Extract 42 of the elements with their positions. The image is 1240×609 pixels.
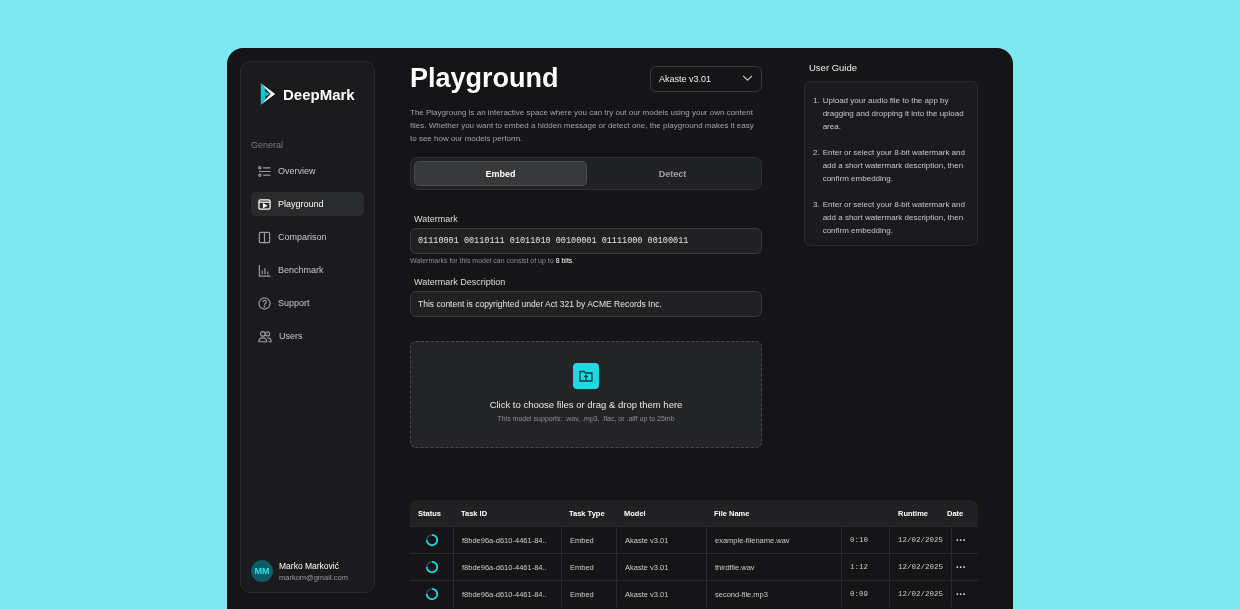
chevron-down-icon (742, 75, 753, 82)
logo-icon (259, 82, 277, 106)
more-button[interactable]: ··· (956, 561, 966, 573)
step-text: Enter or select your 8-bit watermark and add a short watermark description, then confirm embedding. (822, 147, 966, 185)
step-text: Upload your audio file to the app by dragging and dropping it into the upload area. (822, 95, 965, 133)
nav-item[interactable]: Support (251, 291, 364, 315)
guide-title: User Guide (809, 62, 859, 73)
step-number: 1. (813, 95, 820, 107)
nav-item[interactable]: Users (251, 324, 364, 348)
step-number: 3. (813, 199, 820, 211)
page-title: Playground (410, 63, 559, 94)
tab[interactable]: Embed (414, 161, 587, 186)
bar-chart-icon (258, 263, 271, 277)
tab[interactable]: Detect (587, 161, 758, 186)
video-window-icon (258, 197, 271, 211)
spinner-icon (424, 533, 439, 547)
field-label: Watermark Description (414, 277, 507, 287)
nav-item[interactable]: Benchmark (251, 258, 364, 282)
nav-item[interactable]: Overview (251, 159, 364, 183)
nav-item[interactable]: Comparison (251, 225, 364, 249)
step-text: Enter or select your 8-bit watermark and add a short watermark description, then confirm embedding. (822, 199, 966, 237)
watermark-field[interactable]: 01110001 00110111 01011010 00100001 01111000 00100011 (410, 228, 762, 254)
description-field[interactable]: This content is copyrighted under Act 321 by ACME Records Inc. (410, 291, 762, 317)
list-icon (258, 164, 271, 178)
intro-text: The Playgroung is an interactive space where you can try out our models using your own content files. Whether you want to embed a hidden message or detect one, the playground makes it easy to see how our models perform. (410, 107, 755, 145)
field-label: Watermark (414, 214, 459, 224)
more-button[interactable]: ··· (956, 534, 966, 546)
brand-name: DeepMark (283, 85, 355, 103)
spinner-icon (424, 587, 439, 601)
users-icon (258, 329, 272, 343)
user-name: Marko Marković (279, 560, 340, 571)
avatar: MM (251, 560, 273, 582)
nav-item[interactable]: Playground (251, 192, 364, 216)
spinner-icon (424, 560, 439, 574)
step-number: 2. (813, 147, 820, 159)
upload-title: Click to choose files or drag & drop them here (489, 399, 683, 410)
folder-upload-icon (573, 363, 599, 389)
columns-icon (258, 230, 271, 244)
section-label: General (251, 140, 285, 150)
more-button[interactable]: ··· (956, 588, 966, 600)
help-icon (258, 296, 271, 310)
model-select[interactable]: Akaste v3.01 (650, 65, 762, 92)
